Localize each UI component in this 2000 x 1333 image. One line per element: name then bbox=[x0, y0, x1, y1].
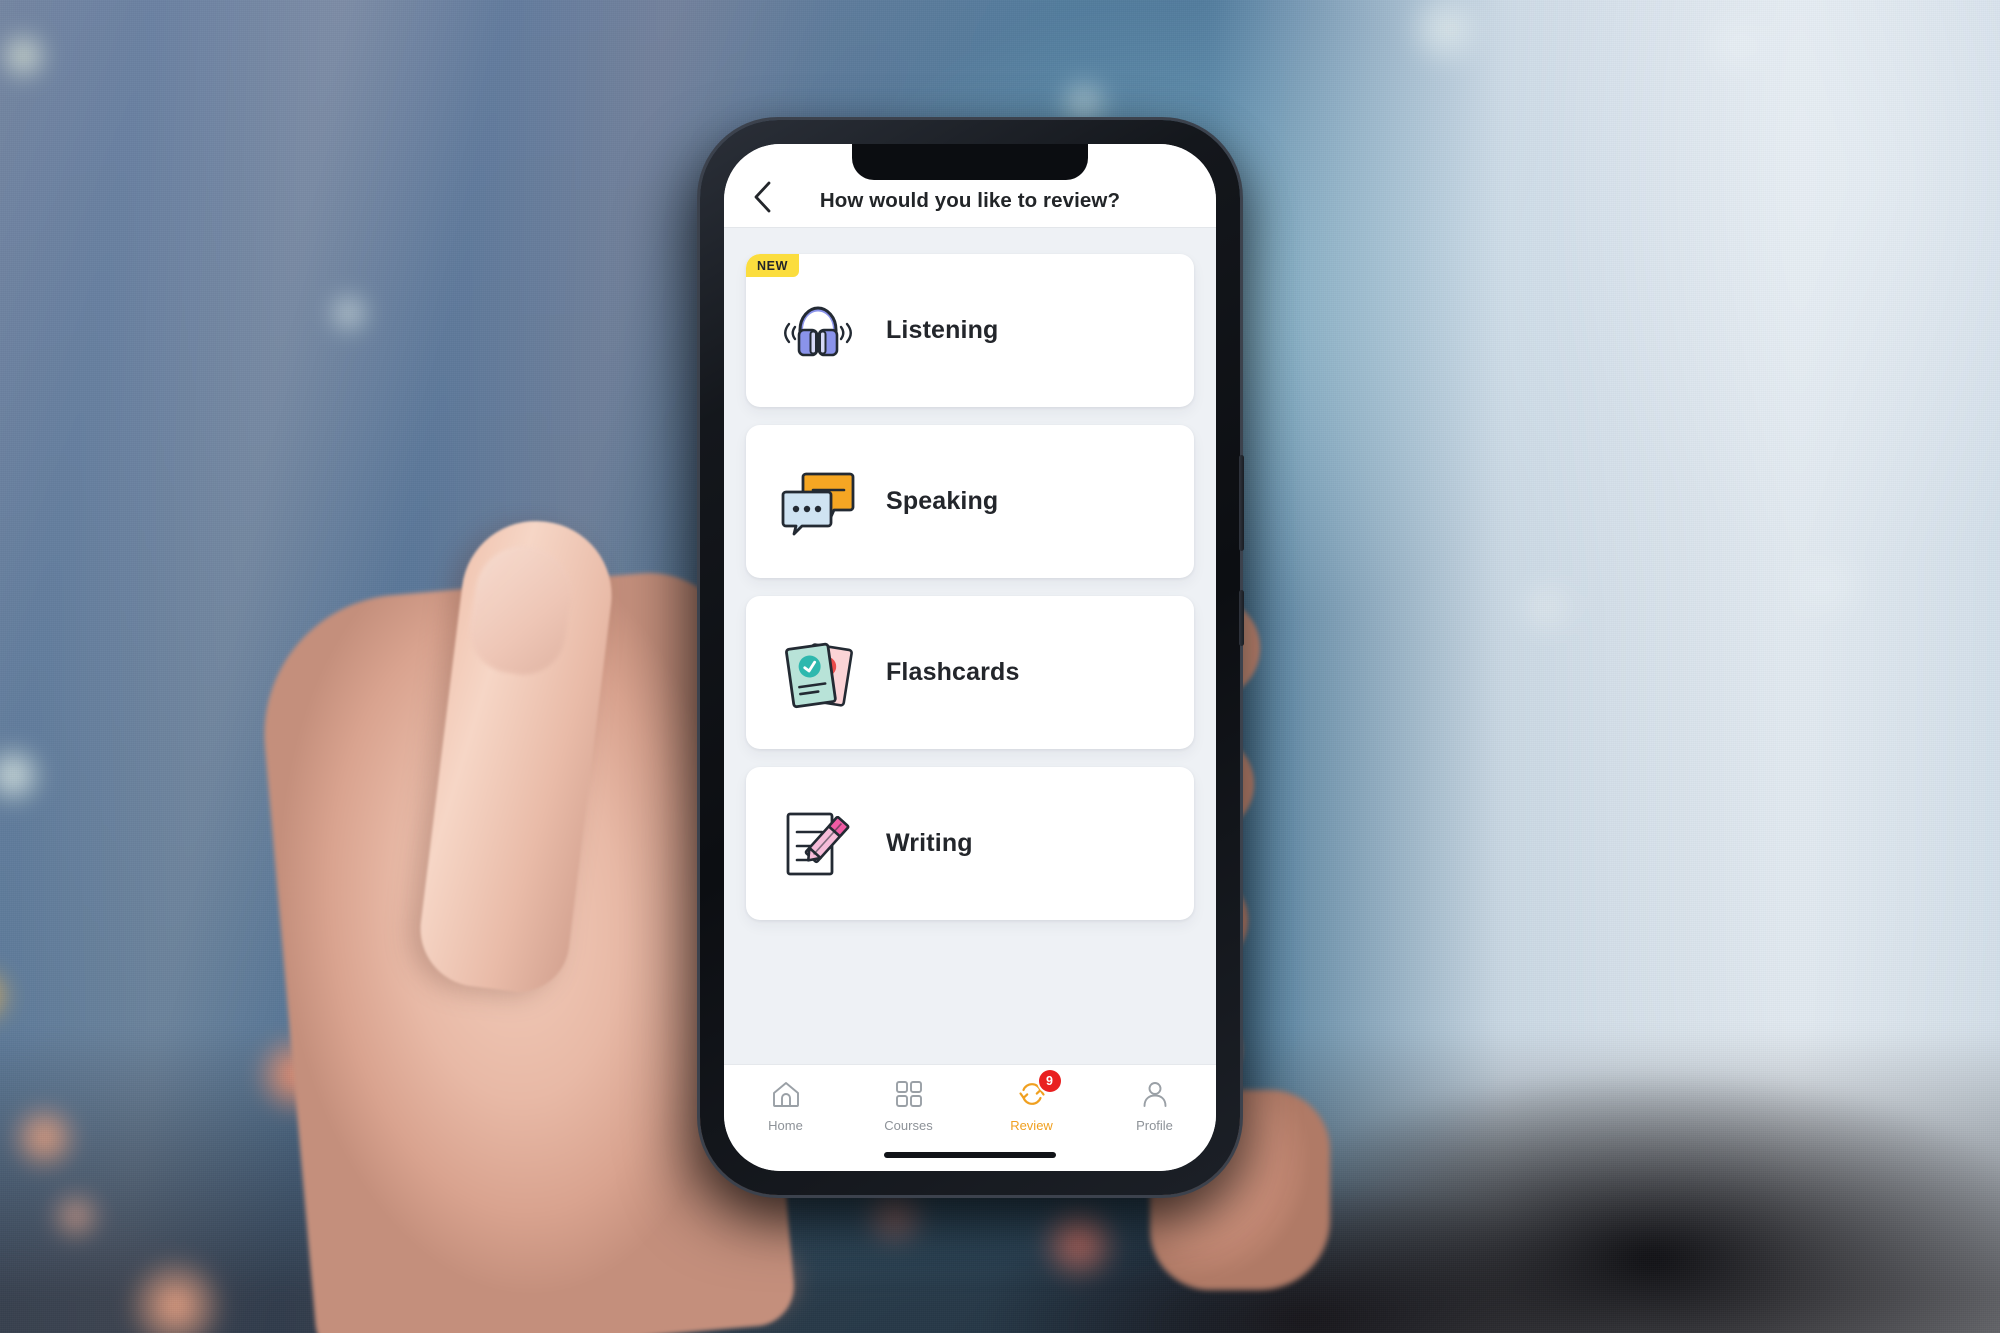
review-option-speaking[interactable]: Speaking bbox=[746, 425, 1194, 578]
tab-label: Review bbox=[1010, 1118, 1053, 1133]
power-button[interactable] bbox=[1239, 590, 1244, 646]
review-count-badge: 9 bbox=[1038, 1070, 1061, 1092]
review-options-list: NEW Listening Speaking Flashcards Writin… bbox=[724, 228, 1216, 1064]
refresh-icon: 9 bbox=[1015, 1070, 1061, 1111]
grid-icon bbox=[892, 1077, 926, 1111]
review-option-label: Listening bbox=[886, 316, 999, 344]
speech-bubbles-icon bbox=[764, 452, 872, 552]
display-notch bbox=[852, 144, 1088, 180]
new-badge: NEW bbox=[746, 254, 799, 277]
document-pencil-icon bbox=[764, 794, 872, 894]
tab-label: Home bbox=[768, 1118, 803, 1133]
smartphone-device: How would you like to review? NEW Listen… bbox=[700, 120, 1244, 1195]
review-option-listening[interactable]: NEW Listening bbox=[746, 254, 1194, 407]
bottom-tab-bar: Home Courses 9 Review Profile bbox=[724, 1064, 1216, 1171]
review-option-label: Flashcards bbox=[886, 658, 1020, 686]
review-option-writing[interactable]: Writing bbox=[746, 767, 1194, 920]
tab-home[interactable]: Home bbox=[724, 1077, 847, 1171]
page-title: How would you like to review? bbox=[819, 189, 1121, 212]
home-indicator[interactable] bbox=[884, 1152, 1056, 1158]
chevron-left-icon bbox=[751, 180, 773, 214]
review-option-label: Speaking bbox=[886, 487, 999, 515]
phone-screen: How would you like to review? NEW Listen… bbox=[724, 144, 1216, 1171]
tab-label: Profile bbox=[1136, 1118, 1173, 1133]
review-option-label: Writing bbox=[886, 829, 973, 857]
headphones-icon bbox=[764, 281, 872, 381]
tab-label: Courses bbox=[884, 1118, 933, 1133]
review-option-flashcards[interactable]: Flashcards bbox=[746, 596, 1194, 749]
person-icon bbox=[1138, 1077, 1172, 1111]
back-button[interactable] bbox=[740, 175, 784, 219]
tab-profile[interactable]: Profile bbox=[1093, 1077, 1216, 1171]
home-icon bbox=[769, 1077, 803, 1111]
flashcards-icon bbox=[764, 623, 872, 723]
volume-button[interactable] bbox=[1239, 455, 1244, 551]
